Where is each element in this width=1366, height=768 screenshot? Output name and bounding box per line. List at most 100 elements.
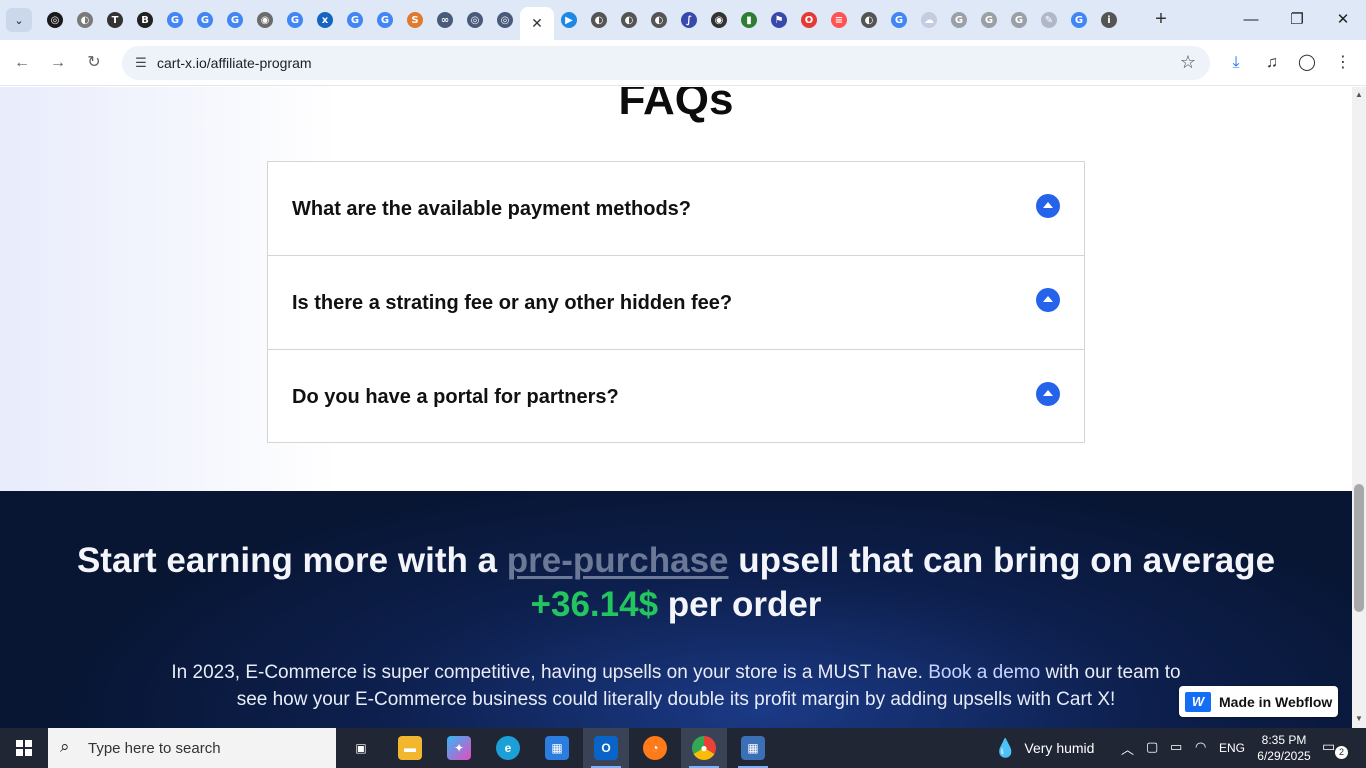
bookmark-star-icon[interactable]: ☆ [1180, 52, 1196, 73]
tab-r17[interactable]: G [1064, 7, 1094, 33]
url-text[interactable]: cart-x.io/affiliate-program [157, 55, 312, 71]
openai-icon: ◎ [47, 12, 63, 28]
faq-item[interactable]: What are the available payment methods? [268, 162, 1084, 256]
faq-item[interactable]: Do you have a portal for partners? [268, 350, 1084, 442]
tab-7[interactable]: ◉ [250, 7, 280, 33]
outlook-button[interactable]: O [583, 728, 629, 768]
close-window-button[interactable]: ✕ [1320, 8, 1366, 32]
notification-icon: ▭ [1322, 738, 1336, 754]
tab-r8[interactable]: O [794, 7, 824, 33]
target-icon: ◉ [711, 12, 727, 28]
notification-center-button[interactable]: ▭ 2 [1322, 738, 1348, 759]
made-in-webflow-badge[interactable]: W Made in Webflow [1179, 686, 1338, 717]
google-icon: G [951, 12, 967, 28]
caret-up-icon[interactable] [1036, 194, 1060, 218]
chevron-up-icon[interactable]: ︿ [1121, 739, 1134, 758]
caret-up-icon[interactable] [1036, 288, 1060, 312]
tab-r5[interactable]: ◉ [704, 7, 734, 33]
tab-8[interactable]: G [280, 7, 310, 33]
store-button[interactable]: ▦ [534, 728, 580, 768]
faq-question[interactable]: What are the available payment methods? [292, 198, 691, 221]
copilot-button[interactable]: ✦ [436, 728, 482, 768]
edge-button[interactable]: e [485, 728, 531, 768]
faq-item[interactable]: Is there a strating fee or any other hid… [268, 256, 1084, 350]
caret-up-icon[interactable] [1036, 382, 1060, 406]
info-icon: i [1101, 12, 1117, 28]
book-demo-link[interactable]: Book a demo [928, 662, 1040, 683]
tab-active[interactable]: ✕ [520, 7, 554, 40]
tab-15[interactable]: ◎ [490, 7, 520, 33]
tab-9[interactable]: x [310, 7, 340, 33]
tab-4[interactable]: G [160, 7, 190, 33]
start-button[interactable] [0, 728, 48, 768]
address-bar[interactable]: ☰ cart-x.io/affiliate-program ☆ [122, 46, 1210, 80]
menu-icon[interactable]: ⋮ [1331, 51, 1355, 75]
tab-r4[interactable]: ∫ [674, 7, 704, 33]
google-icon: G [377, 12, 393, 28]
task-view-icon: ▣ [355, 741, 367, 755]
google-icon: G [287, 12, 303, 28]
minimize-button[interactable]: — [1228, 8, 1274, 32]
tab-r16[interactable]: ✎ [1034, 7, 1064, 33]
pre-purchase-link[interactable]: pre-purchase [507, 541, 729, 580]
tab-10[interactable]: G [340, 7, 370, 33]
tab-0[interactable]: ◎ [40, 7, 70, 33]
copilot-icon: ✦ [447, 736, 471, 760]
meet-now-icon[interactable]: ▢ [1146, 739, 1158, 755]
profile-icon[interactable]: ◯ [1295, 51, 1319, 75]
faq-question[interactable]: Is there a strating fee or any other hid… [292, 292, 732, 315]
file-explorer-button[interactable]: ▬ [387, 728, 433, 768]
tab-14[interactable]: ◎ [460, 7, 490, 33]
tab-r1[interactable]: ◐ [584, 7, 614, 33]
tab-3[interactable]: B [130, 7, 160, 33]
tab-r11[interactable]: G [884, 7, 914, 33]
tab-r15[interactable]: G [1004, 7, 1034, 33]
new-tab-button[interactable]: + [1150, 8, 1172, 32]
tab-r7[interactable]: ⚑ [764, 7, 794, 33]
browser-toolbar: ← → ↻ ☰ cart-x.io/affiliate-program ☆ ⤓ … [0, 40, 1366, 86]
scroll-down-arrow-icon[interactable]: ▼ [1355, 714, 1363, 723]
tab-r14[interactable]: G [974, 7, 1004, 33]
tab-r0[interactable]: ▶ [554, 7, 584, 33]
forward-button[interactable]: → [46, 51, 70, 75]
language-indicator[interactable]: ENG [1219, 741, 1245, 755]
faq-question[interactable]: Do you have a portal for partners? [292, 386, 619, 409]
scroll-up-arrow-icon[interactable]: ▲ [1355, 90, 1363, 99]
weather-widget[interactable]: 💧 Very humid [994, 728, 1094, 768]
tab-search-button[interactable]: ⌄ [6, 8, 32, 32]
tab-2[interactable]: T [100, 7, 130, 33]
download-icon[interactable]: ⤓ [1224, 51, 1248, 75]
tab-12[interactable]: S [400, 7, 430, 33]
tab-r9[interactable]: ≡ [824, 7, 854, 33]
clock-date: 6/29/2025 [1257, 749, 1311, 763]
task-view-button[interactable]: ▣ [338, 728, 384, 768]
media-control-icon[interactable]: ♫ [1260, 51, 1284, 75]
outlook-icon: O [594, 736, 618, 760]
tab-5[interactable]: G [190, 7, 220, 33]
tab-6[interactable]: G [220, 7, 250, 33]
reload-button[interactable]: ↻ [82, 51, 106, 75]
site-info-icon[interactable]: ☰ [132, 54, 150, 72]
back-button[interactable]: ← [10, 51, 34, 75]
tab-r3[interactable]: ◐ [644, 7, 674, 33]
tab-r2[interactable]: ◐ [614, 7, 644, 33]
tab-r18[interactable]: i [1094, 7, 1124, 33]
restore-button[interactable]: ❐ [1274, 8, 1320, 32]
battery-icon[interactable]: ▭ [1170, 739, 1182, 755]
calculator-button[interactable]: ▦ [730, 728, 776, 768]
page-scrollbar[interactable]: ▲ ▼ [1352, 87, 1366, 728]
taskbar-search-box[interactable]: ⌕ Type here to search [48, 728, 336, 768]
tab-r13[interactable]: G [944, 7, 974, 33]
tab-11[interactable]: G [370, 7, 400, 33]
chrome-button[interactable]: ● [681, 728, 727, 768]
close-tab-icon[interactable]: ✕ [531, 15, 543, 32]
scrollbar-thumb[interactable] [1354, 484, 1364, 612]
tab-r12[interactable]: ☁ [914, 7, 944, 33]
tab-1[interactable]: ◐ [70, 7, 100, 33]
firefox-button[interactable]: ◔ [632, 728, 678, 768]
wifi-icon[interactable]: ◠ [1195, 739, 1206, 755]
clock[interactable]: 8:35 PM 6/29/2025 [1256, 732, 1312, 764]
tab-r6[interactable]: ▮ [734, 7, 764, 33]
tab-r10[interactable]: ◐ [854, 7, 884, 33]
tab-13[interactable]: ∞ [430, 7, 460, 33]
